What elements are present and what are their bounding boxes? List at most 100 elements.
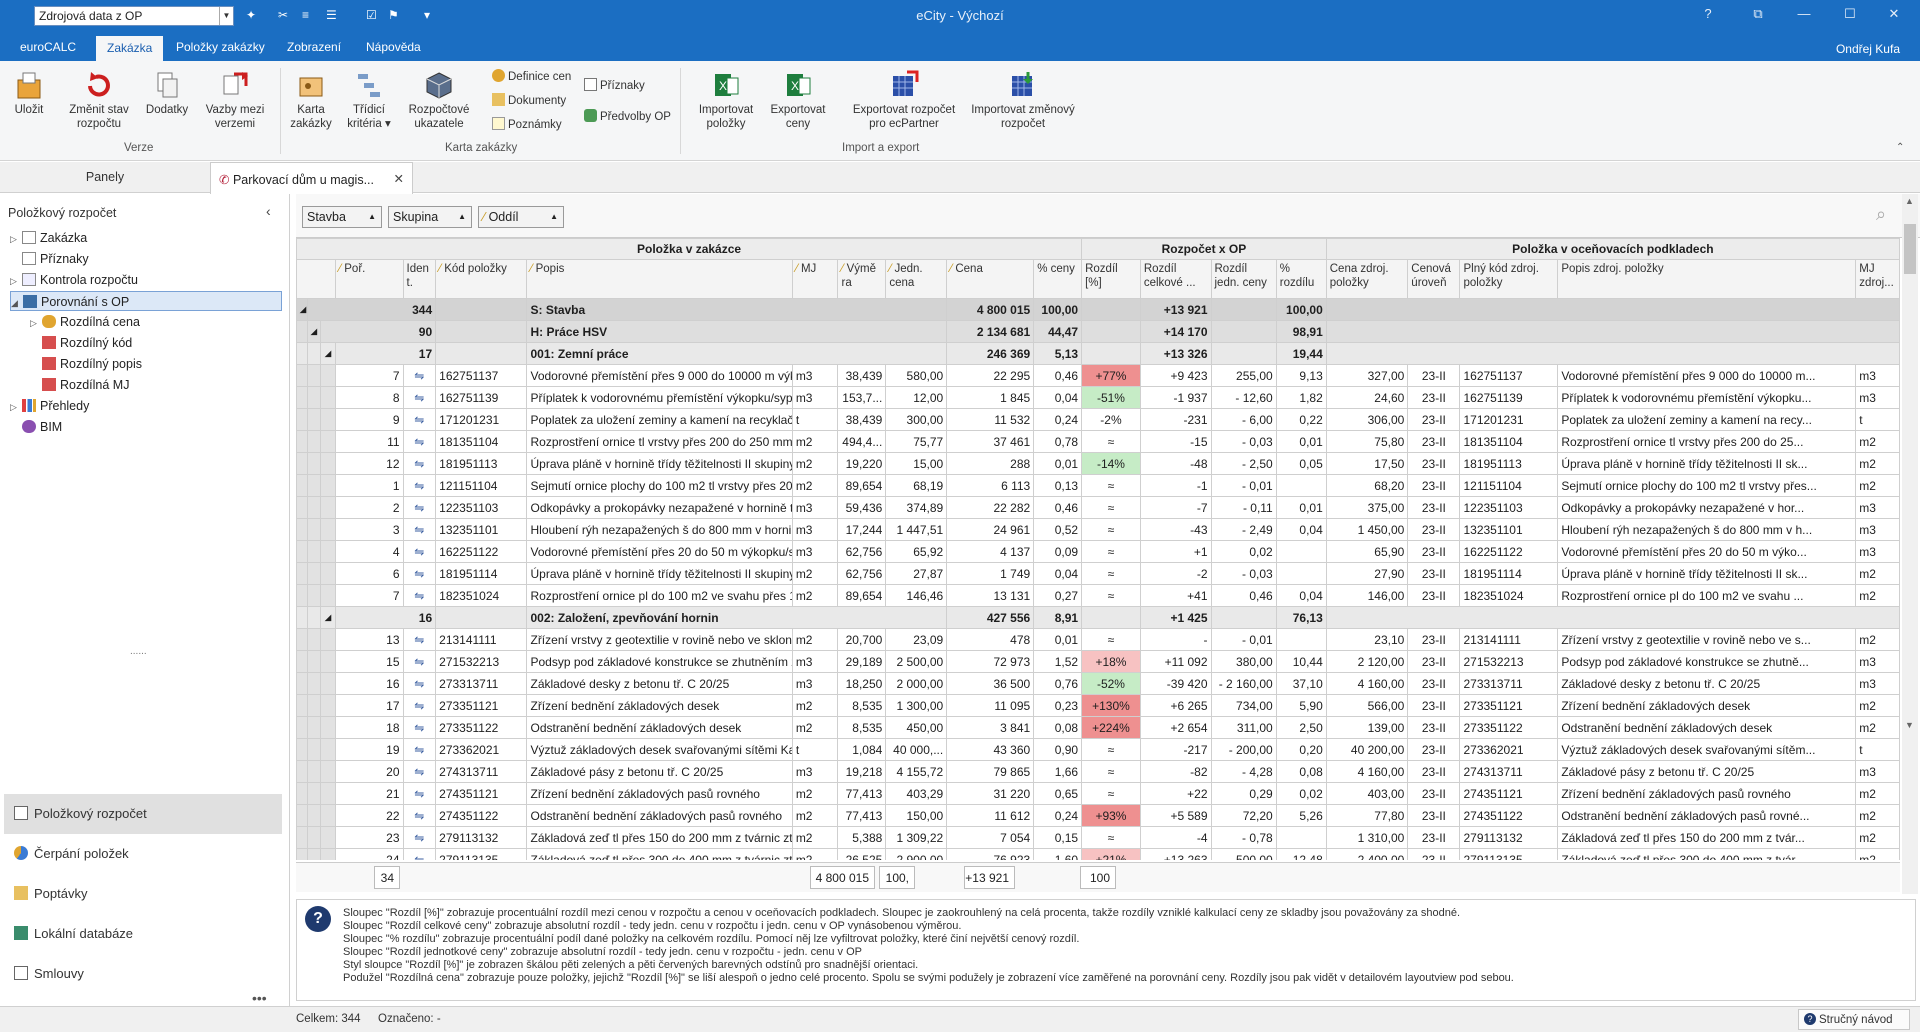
splitter-grip[interactable]: ...... (130, 646, 147, 657)
nav-smlouvy[interactable]: Smlouvy (4, 954, 282, 994)
change-state-button[interactable]: Změnit stav rozpočtu (60, 70, 138, 131)
table-row[interactable]: 6 ⇋ 181951114 Úprava pláně v hornině třídy … (296, 562, 1900, 585)
table-row[interactable]: 24 ⇋ 279113135 Základová zeď tl přes 300 do… (296, 848, 1900, 860)
flags-button[interactable]: Příznaky (584, 77, 645, 95)
tree-item-rozdilny-kod[interactable]: Rozdílný kód (30, 333, 132, 353)
hdr-plny-kod[interactable]: Plný kód zdroj. položky (1459, 259, 1559, 299)
documents-button[interactable]: Dokumenty (492, 92, 566, 110)
table-row[interactable]: 4 ⇋ 162251122 Vodorovné přemístění přes 20 … (296, 540, 1900, 563)
tree-item-rozdilna-mj[interactable]: Rozdílná MJ (30, 375, 129, 395)
table-row[interactable]: 3 ⇋ 132351101 Hloubení rýh nezapažených š d… (296, 518, 1900, 541)
save-button[interactable]: Uložit (6, 70, 52, 117)
budget-indicators-button[interactable]: Rozpočtové ukazatele (404, 70, 474, 131)
restore-panel-icon[interactable]: ⧉ (1744, 6, 1772, 26)
table-row[interactable]: 9 ⇋ 171201231 Poplatek za uložení zeminy a … (296, 408, 1900, 431)
group-chip-oddil[interactable]: ⁄ Oddíl ▲ (478, 206, 564, 228)
hdr-rozdil-celkove[interactable]: Rozdíl celkové ... (1139, 259, 1212, 299)
table-row[interactable]: 12 ⇋ 181951113 Úprava pláně v hornině třídy… (296, 452, 1900, 475)
tree-item-zakazka[interactable]: ▷ Zakázka (10, 228, 87, 248)
more-icon[interactable]: ••• (252, 990, 267, 1006)
tree-item-priznaky[interactable]: Příznaky (10, 249, 89, 269)
scroll-thumb[interactable] (1904, 224, 1916, 274)
hdr-rozdil-pct[interactable]: Rozdíl [%] (1081, 259, 1141, 299)
hdr-cenova-uroven[interactable]: Cenová úroveň (1407, 259, 1461, 299)
hdr-cena[interactable]: ⁄ Cena (946, 259, 1035, 299)
group-row[interactable]: ◢ 16 002: Založení, zpevňování hornin 427 5… (296, 606, 1900, 629)
sorting-criteria-button[interactable]: Třídicí kritéria ▾ (342, 70, 396, 131)
table-row[interactable]: 16 ⇋ 273313711 Základové desky z betonu tř.… (296, 672, 1900, 695)
nav-poptavky[interactable]: Poptávky (4, 874, 282, 914)
tab-zakazka[interactable]: Zakázka (96, 36, 164, 61)
notes-button[interactable]: Poznámky (492, 116, 562, 134)
hdr-mj[interactable]: ⁄ MJ (791, 259, 839, 299)
nav-polozkovy-rozpocet[interactable]: Položkový rozpočet (4, 794, 282, 834)
hdr-jedn-cena[interactable]: ⁄ Jedn. cena (885, 259, 948, 299)
table-row[interactable]: 7 ⇋ 182351024 Rozprostření ornice pl do 100… (296, 584, 1900, 607)
addenda-button[interactable]: Dodatky (142, 70, 192, 117)
table-row[interactable]: 11 ⇋ 181351104 Rozprostření ornice tl vrstv… (296, 430, 1900, 453)
minimize-icon[interactable]: — (1790, 6, 1818, 26)
help-icon[interactable]: ? (1694, 6, 1722, 26)
hdr-cena-zdroj[interactable]: Cena zdroj. položky (1325, 259, 1409, 299)
tree-item-rozdilny-popis[interactable]: Rozdílný popis (30, 354, 142, 374)
hdr-popis[interactable]: ⁄ Popis (526, 259, 793, 299)
tree-item-porovnani[interactable]: ◢ Porovnání s OP (10, 291, 282, 311)
table-row[interactable]: 17 ⇋ 273351121 Zřízení bednění základových … (296, 694, 1900, 717)
table-row[interactable]: 20 ⇋ 274313711 Základové pásy z betonu tř. … (296, 760, 1900, 783)
collapse-icon[interactable]: ◢ (319, 606, 337, 629)
group-row[interactable]: ◢ 17 001: Zemní práce 246 369 5,13 +13 326 19,… (296, 342, 1900, 365)
table-row[interactable]: 13 ⇋ 213141111 Zřízení vrstvy z geotextilie… (296, 628, 1900, 651)
table-row[interactable]: 18 ⇋ 273351122 Odstranění bednění základový… (296, 716, 1900, 739)
tab-polozky-zakazky[interactable]: Položky zakázky (176, 40, 265, 54)
table-row[interactable]: 8 ⇋ 162751139 Příplatek k vodorovnému přemí… (296, 386, 1900, 409)
table-row[interactable]: 23 ⇋ 279113132 Základová zeď tl přes 150 do… (296, 826, 1900, 849)
group-chip-skupina[interactable]: Skupina ▲ (388, 206, 472, 228)
export-prices-button[interactable]: X Exportovat ceny (766, 70, 830, 131)
hdr-pct-ceny[interactable]: % ceny (1033, 259, 1083, 299)
table-row[interactable]: 2 ⇋ 122351103 Odkopávky a prokopávky nezapa… (296, 496, 1900, 519)
expand-icon[interactable]: ▷ (10, 271, 22, 291)
sort-icon[interactable]: ▲ (458, 212, 466, 221)
close-icon[interactable]: ✕ (1880, 6, 1908, 26)
collapse-icon[interactable]: ◢ (11, 293, 23, 313)
version-links-button[interactable]: Vazby mezi verzemi (198, 70, 272, 131)
collapse-icon[interactable]: ◢ (306, 320, 321, 343)
collapse-icon[interactable]: ◢ (296, 298, 308, 321)
hdr-pct-rozdilu[interactable]: % rozdílu (1275, 259, 1327, 299)
table-row[interactable]: 1 ⇋ 121151104 Sejmutí ornice plochy do 100 … (296, 474, 1900, 497)
tab-zobrazeni[interactable]: Zobrazení (287, 40, 341, 54)
scroll-up-icon[interactable]: ▲ (1905, 196, 1914, 206)
table-row[interactable]: 15 ⇋ 271532213 Podsyp pod základové konstru… (296, 650, 1900, 673)
contract-card-button[interactable]: Karta zakázky (286, 70, 336, 131)
nav-lokalni-databaze[interactable]: Lokální databáze (4, 914, 282, 954)
import-items-button[interactable]: X Importovat položky (688, 70, 764, 131)
price-definitions-button[interactable]: Definice cen (492, 68, 571, 86)
group-chip-stavba[interactable]: Stavba ▲ (302, 206, 382, 228)
document-tab[interactable]: ✆ Parkovací dům u magis... ✕ (210, 162, 413, 194)
hdr-kod[interactable]: ⁄ Kód položky (435, 259, 528, 299)
import-change-budget-button[interactable]: Importovat změnový rozpočet (970, 70, 1076, 131)
tree-item-prehledy[interactable]: ▷ Přehledy (10, 396, 89, 416)
hdr-rozdil-jedn[interactable]: Rozdíl jedn. ceny (1210, 259, 1277, 299)
vertical-scrollbar[interactable]: ▲ ▼ (1902, 194, 1918, 894)
tree-item-kontrola[interactable]: ▷ Kontrola rozpočtu (10, 270, 138, 290)
collapse-sidebar-icon[interactable]: ‹ (266, 203, 271, 219)
sort-icon[interactable]: ▲ (368, 212, 376, 221)
maximize-icon[interactable]: ☐ (1836, 6, 1864, 26)
group-row[interactable]: ◢ 344 S: Stavba 4 800 015 100,00 +13 921 100,0… (296, 298, 1900, 321)
hdr-popis-zdroj[interactable]: Popis zdroj. položky (1557, 259, 1857, 299)
expand-icon[interactable]: ▷ (10, 397, 22, 417)
hdr-vymera[interactable]: ⁄ Výmě ra (837, 259, 887, 299)
hdr-por[interactable]: ⁄ Poř. (335, 259, 404, 299)
collapse-icon[interactable]: ◢ (319, 342, 337, 365)
tree-item-bim[interactable]: BIM (10, 417, 62, 437)
group-row[interactable]: ◢ 90 H: Práce HSV 2 134 681 44,47 +14 170 98,9… (296, 320, 1900, 343)
export-ecpartner-button[interactable]: Exportovat rozpočet pro ecPartner (846, 70, 962, 131)
tab-napoveda[interactable]: Nápověda (366, 40, 421, 54)
table-row[interactable]: 21 ⇋ 274351121 Zřízení bednění základových … (296, 782, 1900, 805)
tree-item-rozdilna-cena[interactable]: ▷ Rozdílná cena (30, 312, 140, 332)
scroll-down-icon[interactable]: ▼ (1905, 720, 1914, 730)
expand-icon[interactable]: ▷ (30, 313, 42, 333)
op-preferences-button[interactable]: Předvolby OP (584, 108, 671, 126)
search-icon[interactable]: ⌕ (1876, 204, 1886, 225)
